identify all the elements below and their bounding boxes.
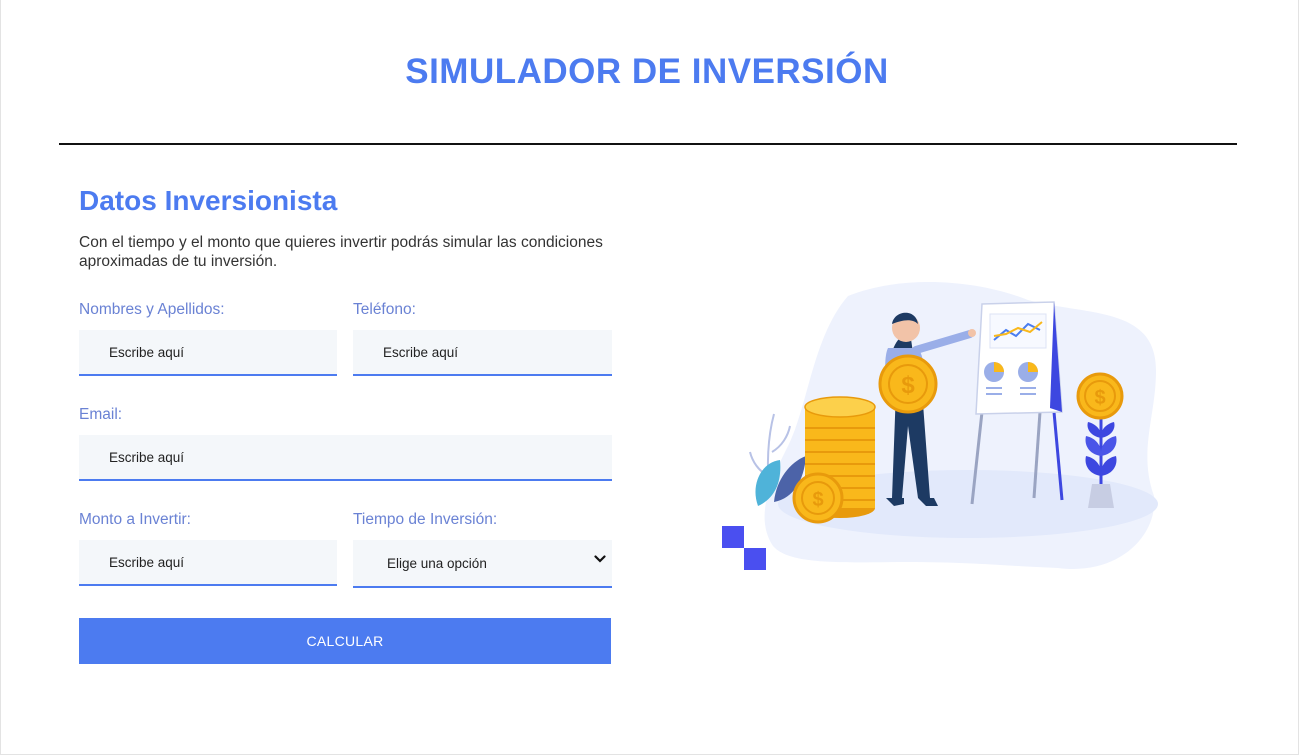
- svg-text:$: $: [1094, 387, 1105, 409]
- phone-input[interactable]: [353, 330, 612, 376]
- pixel-square: [722, 526, 744, 548]
- investment-illustration: $ $ $: [722, 282, 1158, 570]
- term-select-value: Elige una opción: [387, 555, 487, 571]
- section-description: Con el tiempo y el monto que quieres inv…: [79, 234, 603, 270]
- amount-input[interactable]: [79, 540, 337, 586]
- email-input[interactable]: [79, 435, 612, 481]
- amount-label: Monto a Invertir:: [79, 511, 191, 528]
- coin-stack-icon: $: [792, 396, 876, 524]
- name-input[interactable]: [79, 330, 337, 376]
- header-divider: [59, 143, 1237, 145]
- term-label: Tiempo de Inversión:: [353, 511, 498, 528]
- page-title: SIMULADOR DE INVERSIÓN: [405, 52, 889, 91]
- svg-text:$: $: [812, 489, 823, 511]
- pixel-square: [744, 548, 766, 570]
- chevron-down-icon: [594, 555, 606, 563]
- email-label: Email:: [79, 406, 123, 423]
- calculate-button[interactable]: CALCULAR: [79, 618, 611, 664]
- section-title: Datos Inversionista: [79, 185, 338, 216]
- term-select[interactable]: Elige una opción: [353, 540, 612, 588]
- name-label: Nombres y Apellidos:: [79, 301, 225, 318]
- svg-text:$: $: [901, 372, 915, 399]
- phone-label: Teléfono:: [353, 301, 416, 318]
